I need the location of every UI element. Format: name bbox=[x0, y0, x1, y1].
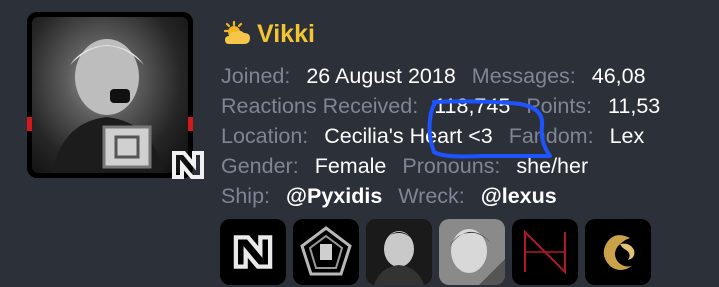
red-accent bbox=[188, 117, 193, 131]
gender-label: Gender: bbox=[221, 154, 299, 178]
avatar-photo bbox=[32, 17, 188, 173]
sun-behind-cloud-icon bbox=[223, 20, 250, 44]
location-value-part: Cecilia's bbox=[324, 124, 404, 148]
fandom-label: Fandom: bbox=[508, 124, 594, 148]
portrait-icon[interactable] bbox=[439, 219, 505, 285]
points-value[interactable]: 11,53 bbox=[608, 94, 660, 119]
pronouns-value: she/her bbox=[516, 154, 589, 178]
username[interactable]: Vikki bbox=[221, 19, 315, 49]
username-text: Vikki bbox=[257, 19, 315, 48]
profile-stats: Joined: 26 August 2018 Messages: 46,08 R… bbox=[221, 64, 660, 214]
location-value-part: Heart <3 bbox=[409, 124, 493, 148]
reactions-label: Reactions Received: bbox=[221, 94, 419, 118]
points-label: Points: bbox=[526, 94, 593, 118]
location-value: Cecilia's Heart <3 bbox=[324, 124, 492, 149]
stats-row-ship: Ship: @Pyxidis Wreck: @lexus bbox=[221, 184, 660, 214]
ship-link[interactable]: @Pyxidis bbox=[286, 184, 382, 209]
gold-dragon-icon[interactable] bbox=[585, 219, 651, 285]
wreck-link[interactable]: @lexus bbox=[481, 184, 557, 209]
wreck-label: Wreck: bbox=[398, 184, 465, 208]
fandom-value: Lex bbox=[609, 124, 645, 148]
pronouns-label: Pronouns: bbox=[402, 154, 501, 178]
stats-row-gender: Gender: Female Pronouns: she/her bbox=[221, 154, 660, 184]
ship-label: Ship: bbox=[221, 184, 271, 208]
joined-value: 26 August 2018 bbox=[306, 64, 456, 88]
stats-row-reactions: Reactions Received: 118,745 Points: 11,5… bbox=[221, 94, 660, 124]
messages-value[interactable]: 46,08 bbox=[592, 64, 646, 89]
joined-label: Joined: bbox=[221, 64, 291, 88]
line-logo-icon[interactable] bbox=[512, 219, 578, 285]
messages-label: Messages: bbox=[471, 64, 576, 88]
trophy-row bbox=[220, 219, 651, 285]
superm-logo-icon[interactable] bbox=[220, 219, 286, 285]
portrait-icon[interactable] bbox=[366, 219, 432, 285]
location-label: Location: bbox=[221, 124, 309, 148]
stats-row-joined: Joined: 26 August 2018 Messages: 46,08 bbox=[221, 64, 660, 94]
red-accent bbox=[27, 117, 32, 131]
superm-logo-icon bbox=[168, 145, 208, 185]
pentagon-logo-icon[interactable] bbox=[293, 219, 359, 285]
reactions-value[interactable]: 118,745 bbox=[434, 94, 510, 119]
stats-row-location: Location: Cecilia's Heart <3 Fandom: Lex bbox=[221, 124, 660, 154]
gender-value: Female bbox=[314, 154, 387, 178]
